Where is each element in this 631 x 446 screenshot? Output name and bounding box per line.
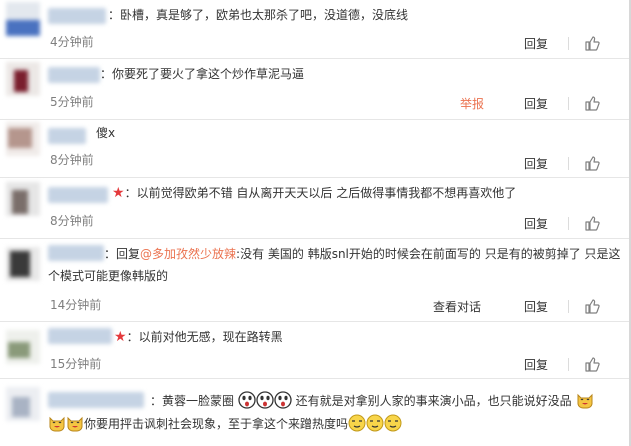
comment-time: 5分钟前 [50, 95, 94, 109]
comment-time: 15分钟前 [50, 357, 102, 371]
comment-text: ：卧槽，真是够了，欧弟也太那杀了吧，没道德，没底线 [108, 8, 409, 22]
shocked-face-emoji [274, 391, 292, 409]
comment-body: ：以前觉得欧弟不错 自从离开天天以后 之后做得事情我都不想再喜欢他了 [124, 186, 517, 200]
avatar[interactable] [6, 62, 40, 96]
avatar[interactable] [6, 2, 40, 36]
thumbs-up-icon[interactable] [584, 95, 600, 111]
reply-button[interactable]: 回复 [524, 35, 548, 52]
comment-text: ：回复@多加孜然少放辣:没有 美国的 韩版snl开始的时候会在前面写的 只是有的… [104, 243, 621, 265]
username[interactable] [48, 128, 86, 144]
shocked-face-emoji [256, 391, 274, 409]
smirk-face-emoji [384, 414, 402, 432]
divider [568, 37, 569, 50]
star-badge-icon: ★ [112, 185, 125, 201]
reply-button[interactable]: 回复 [524, 298, 548, 315]
laughing-cat-emoji [49, 416, 65, 432]
smirk-face-emoji [348, 414, 366, 432]
reply-button[interactable]: 回复 [524, 356, 548, 373]
comment-text-line2: 个模式可能更像韩版的 [48, 269, 169, 283]
comment-body: ：黄蓉一脸蒙圈 [150, 394, 235, 408]
username[interactable] [48, 187, 108, 203]
comment-item: 傻x 8分钟前 回复 [0, 120, 631, 178]
comment-item: ★：以前觉得欧弟不错 自从离开天天以后 之后做得事情我都不想再喜欢他了 8分钟前… [0, 178, 631, 239]
shocked-face-emoji [238, 391, 256, 409]
comment-text: ★：以前对他无感，现在路转黑 [114, 326, 621, 348]
comment-item: ：卧槽，真是够了，欧弟也太那杀了吧，没道德，没底线 4分钟前 回复 [0, 0, 631, 59]
comment-time: 4分钟前 [50, 35, 94, 49]
mention-link[interactable]: @多加孜然少放辣 [140, 247, 236, 261]
comment-text: ：你要死了要火了拿这个炒作草泥马逼 [100, 67, 305, 81]
comment-time: 8分钟前 [50, 153, 94, 167]
reply-prefix: ：回复 [104, 247, 141, 261]
reply-button[interactable]: 回复 [524, 95, 548, 112]
username[interactable] [48, 392, 144, 408]
comment-body-cont: 还有就是对拿别人家的事来演小品，也只能说好没品 [295, 394, 572, 408]
reply-button[interactable]: 回复 [524, 215, 548, 232]
thumbs-up-icon[interactable] [584, 155, 600, 171]
divider [568, 217, 569, 230]
thumbs-up-icon[interactable] [584, 35, 600, 51]
comment-time: 14分钟前 [50, 298, 102, 312]
username[interactable] [48, 67, 100, 83]
comment-time: 8分钟前 [50, 214, 94, 228]
avatar[interactable] [6, 182, 40, 216]
laughing-cat-emoji [577, 393, 593, 409]
comment-text-line2: 你要用抨击讽刺社会现象，至于拿这个来蹭热度吗 [48, 413, 621, 435]
avatar[interactable] [6, 387, 40, 421]
view-conversation-link[interactable]: 查看对话 [433, 298, 481, 315]
username[interactable] [48, 8, 106, 24]
comment-body: ：以前对他无感，现在路转黑 [126, 330, 283, 344]
comment-body-line2: 你要用抨击讽刺社会现象，至于拿这个来蹭热度吗 [84, 417, 349, 431]
username[interactable] [48, 245, 104, 261]
comment-text: ★：以前觉得欧弟不错 自从离开天天以后 之后做得事情我都不想再喜欢他了 [112, 182, 621, 204]
divider [568, 157, 569, 170]
comment-item: ：黄蓉一脸蒙圈 还有就是对拿别人家的事来演小品，也只能说好没品 你要用抨击讽刺社… [0, 379, 631, 446]
divider [568, 300, 569, 313]
comment-body: :没有 美国的 韩版snl开始的时候会在前面写的 只是有的被剪掉了 只是这 [236, 247, 621, 261]
comment-text: ：黄蓉一脸蒙圈 还有就是对拿别人家的事来演小品，也只能说好没品 [150, 390, 621, 412]
report-button[interactable]: 举报 [460, 95, 484, 112]
thumbs-up-icon[interactable] [584, 298, 600, 314]
comment-item: ★：以前对他无感，现在路转黑 15分钟前 回复 [0, 322, 631, 379]
divider [568, 358, 569, 371]
thumbs-up-icon[interactable] [584, 215, 600, 231]
thumbs-up-icon[interactable] [584, 356, 600, 372]
laughing-cat-emoji [67, 416, 83, 432]
smirk-face-emoji [366, 414, 384, 432]
comment-item: ：回复@多加孜然少放辣:没有 美国的 韩版snl开始的时候会在前面写的 只是有的… [0, 239, 631, 322]
reply-button[interactable]: 回复 [524, 155, 548, 172]
avatar[interactable] [6, 330, 40, 364]
comment-text: 傻x [96, 126, 116, 140]
comment-item: ：你要死了要火了拿这个炒作草泥马逼 5分钟前 举报 回复 [0, 59, 631, 120]
avatar[interactable] [6, 122, 40, 156]
avatar[interactable] [6, 247, 40, 281]
divider [568, 97, 569, 110]
username[interactable] [48, 328, 112, 344]
star-badge-icon: ★ [114, 329, 127, 345]
